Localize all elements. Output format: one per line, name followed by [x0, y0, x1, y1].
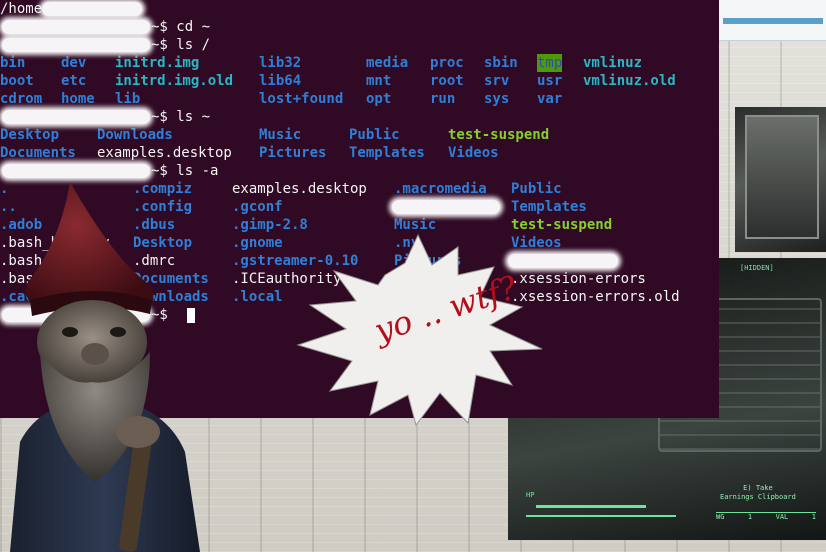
terminal-token: tmp [537, 54, 563, 72]
terminal-token: ~$ ls -a [151, 163, 219, 179]
terminal-token: sbin [484, 55, 518, 71]
game-ap-bar [526, 515, 676, 517]
game-hidden-label: [HIDDEN] [740, 264, 774, 272]
terminal-token: srv [484, 73, 510, 89]
terminal-token: root [430, 73, 464, 89]
terminal-token: lib64 [259, 73, 302, 89]
game-val-label: VAL [775, 513, 789, 521]
terminal-token: lost+found [259, 91, 344, 107]
terminal-token: Desktop [0, 127, 60, 143]
terminal-token: Downloads [97, 127, 173, 143]
terminal-token: run [430, 91, 456, 107]
terminal-token: test-suspend [448, 127, 550, 143]
terminal-token: etc [61, 73, 87, 89]
terminal-token: opt [366, 91, 392, 107]
redaction-blur [2, 38, 150, 52]
game-doorway [745, 115, 819, 239]
terminal-token: ~$ cd ~ [151, 19, 211, 35]
terminal-token: ~$ ls / [151, 37, 211, 53]
terminal-token: Public [349, 127, 400, 143]
game-take-label: E) Take [743, 484, 773, 492]
terminal-token: mnt [366, 73, 392, 89]
terminal-token: Documents [0, 145, 76, 161]
redaction-blur [2, 164, 150, 178]
terminal-token: .macromedia [394, 181, 487, 197]
redaction-blur [392, 200, 500, 214]
redaction-blur [2, 20, 150, 34]
terminal-token: initrd.img.old [115, 73, 234, 89]
terminal-token: Music [259, 127, 302, 143]
terminal-token: /home [0, 1, 43, 17]
terminal-token: ~$ ls ~ [151, 109, 211, 125]
terminal-token: .gconf [232, 199, 283, 215]
terminal-token: dev [61, 55, 87, 71]
game-val-value: 1 [811, 513, 816, 521]
webpage-bar [723, 18, 823, 24]
redaction-blur [2, 110, 150, 124]
terminal-token: bin [0, 55, 26, 71]
terminal-token: initrd.img [115, 55, 200, 71]
terminal-token: examples.desktop [232, 181, 367, 197]
game-hp-label: HP [526, 491, 535, 499]
terminal-token: .gnome [232, 235, 283, 251]
game-compass-bar [536, 505, 646, 508]
terminal-token: lib32 [259, 55, 302, 71]
terminal-token: Public [511, 181, 562, 197]
webpage-header [715, 0, 826, 41]
terminal-token: home [61, 91, 95, 107]
terminal-token: usr [537, 73, 563, 89]
game-take-prompt: E) Take Earnings Clipboard [720, 484, 796, 502]
terminal-token: media [366, 55, 409, 71]
terminal-token: Pictures [259, 145, 327, 161]
terminal-token: lib [115, 91, 141, 107]
terminal-token: Templates [511, 199, 587, 215]
terminal-token: vmlinuz [583, 55, 643, 71]
terminal-token: examples.desktop [97, 145, 232, 161]
terminal-token: sys [484, 91, 510, 107]
terminal-token: var [537, 91, 563, 107]
terminal-token: proc [430, 55, 464, 71]
terminal-token: cdrom [0, 91, 43, 107]
terminal-token: Videos [448, 145, 499, 161]
game-item-label: Earnings Clipboard [720, 493, 796, 501]
terminal-token: vmlinuz.old [583, 73, 676, 89]
game-stats: WG 1 VAL 1 [716, 512, 816, 524]
terminal-token: boot [0, 73, 34, 89]
redaction-blur [42, 2, 142, 16]
terminal-token: Templates [349, 145, 425, 161]
game-wg-label: WG [716, 513, 725, 521]
game-wg-value: 1 [747, 513, 753, 521]
garden-gnome-image [10, 182, 200, 552]
terminal-token: .local [232, 289, 283, 305]
game-screenshot-small [735, 107, 826, 252]
